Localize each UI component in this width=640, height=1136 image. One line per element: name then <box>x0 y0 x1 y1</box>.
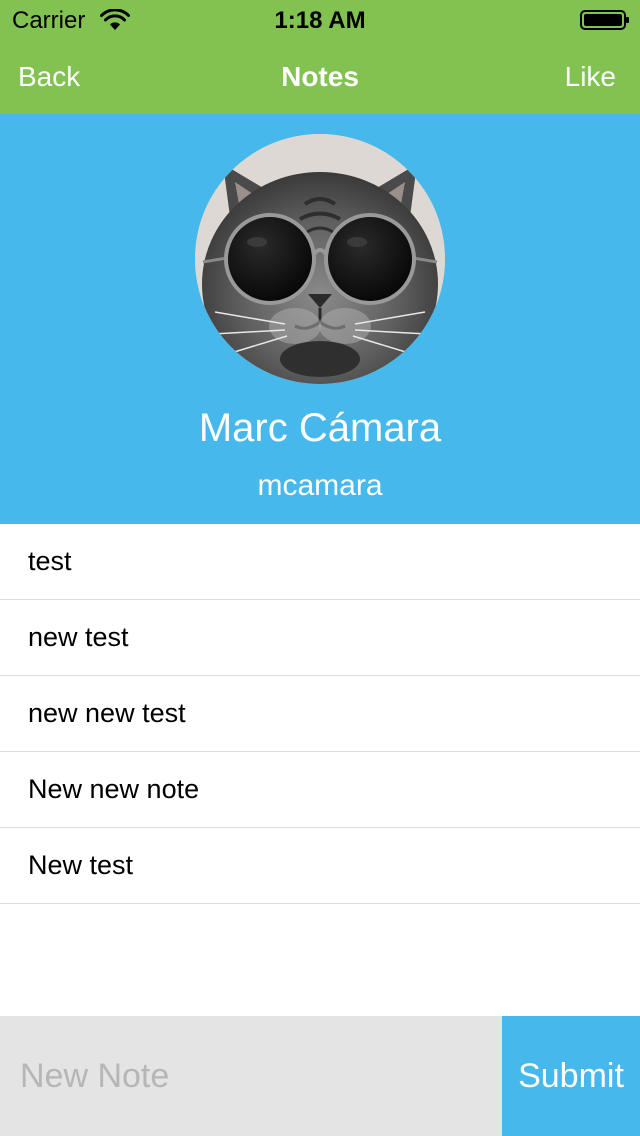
navigation-bar: Back Notes Like <box>0 40 640 114</box>
note-row[interactable]: test <box>0 524 640 600</box>
status-time: 1:18 AM <box>274 7 366 34</box>
submit-button[interactable]: Submit <box>502 1016 640 1136</box>
compose-bar: Submit <box>0 1016 640 1136</box>
profile-header: Marc Cámara mcamara <box>0 114 640 524</box>
note-text: new test <box>28 622 129 652</box>
notes-screen: Carrier 1:18 AM Back Notes Like Marc Cám… <box>0 0 640 1136</box>
note-text: New test <box>28 850 134 880</box>
profile-username: mcamara <box>257 469 383 502</box>
page-title: Notes <box>281 61 359 92</box>
note-text: test <box>28 546 72 576</box>
note-text: New new note <box>28 774 200 804</box>
top-bar: Carrier 1:18 AM Back Notes Like <box>0 0 640 114</box>
notes-list: test new test new new test New new note … <box>0 524 640 904</box>
battery-full-icon <box>580 10 629 30</box>
cat-with-sunglasses-avatar-icon <box>195 134 445 384</box>
avatar <box>195 134 445 384</box>
note-row[interactable]: New new note <box>0 752 640 828</box>
note-text: new new test <box>28 698 186 728</box>
like-button[interactable]: Like <box>565 60 616 94</box>
profile-name: Marc Cámara <box>198 406 442 450</box>
note-row[interactable]: New test <box>0 828 640 904</box>
note-row[interactable]: new test <box>0 600 640 676</box>
note-row[interactable]: new new test <box>0 676 640 752</box>
new-note-input[interactable] <box>0 1016 502 1136</box>
status-bar: Carrier 1:18 AM <box>0 0 640 40</box>
